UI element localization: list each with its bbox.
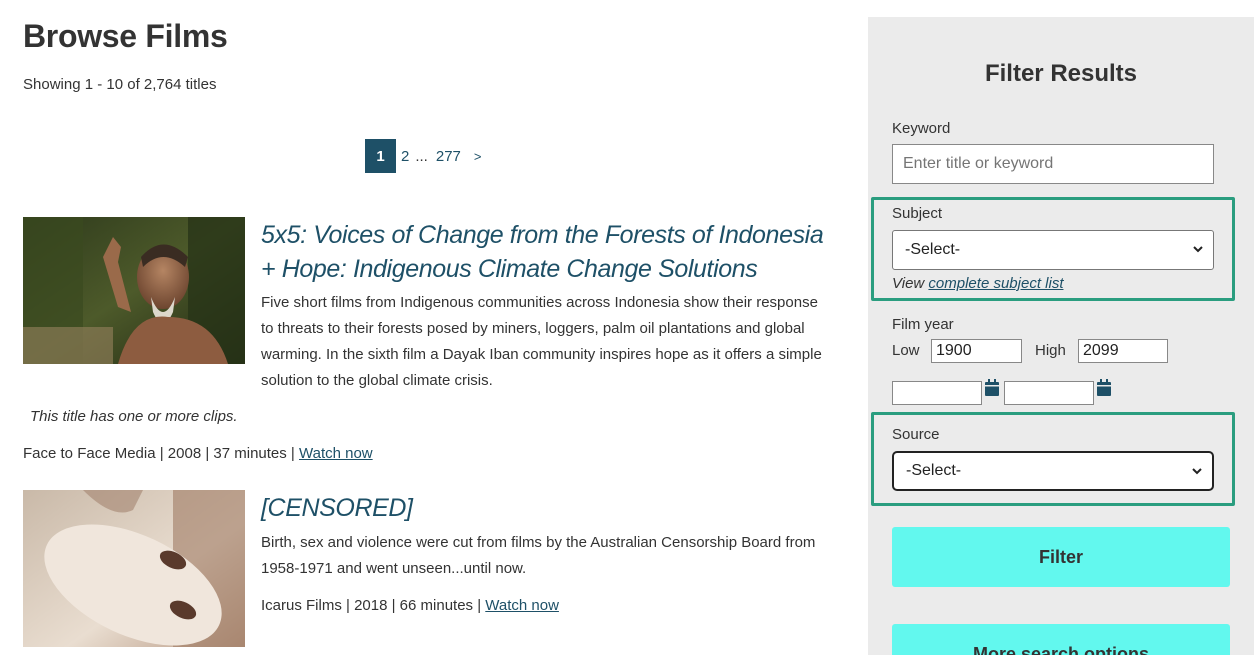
pager-current-page[interactable]: 1: [365, 139, 396, 173]
source-select-value: -Select-: [906, 462, 962, 479]
calendar-icon[interactable]: [984, 379, 1000, 397]
chevron-down-icon: [1192, 468, 1202, 475]
subject-select-value: -Select-: [905, 241, 961, 258]
film-title[interactable]: [CENSORED]: [261, 491, 841, 525]
watch-now-link[interactable]: Watch now: [485, 597, 559, 614]
clips-note: This title has one or more clips.: [30, 408, 238, 425]
complete-subject-list-link[interactable]: complete subject list: [928, 275, 1063, 292]
results-count: Showing 1 - 10 of 2,764 titles: [23, 76, 217, 93]
pager-next[interactable]: >: [474, 149, 482, 164]
low-label: Low: [892, 342, 920, 359]
pager-page-2[interactable]: 2: [401, 148, 409, 165]
watch-now-link[interactable]: Watch now: [299, 445, 373, 462]
source-select[interactable]: -Select-: [892, 451, 1214, 491]
film-meta-text: Face to Face Media | 2008 | 37 minutes |: [23, 445, 299, 462]
high-label: High: [1035, 342, 1066, 359]
film-description: Birth, sex and violence were cut from fi…: [261, 534, 816, 577]
film-meta: Icarus Films | 2018 | 66 minutes | Watch…: [261, 597, 559, 614]
keyword-input[interactable]: [892, 144, 1214, 184]
calendar-icon[interactable]: [1096, 379, 1112, 397]
pager-last-page[interactable]: 277: [436, 148, 461, 165]
film-year-label: Film year: [892, 316, 954, 333]
view-subject-list: View complete subject list: [892, 275, 1063, 292]
more-search-options-button[interactable]: More search options: [892, 624, 1230, 655]
film-thumbnail[interactable]: [23, 217, 245, 364]
high-year-input[interactable]: 2099: [1078, 339, 1168, 363]
end-date-input[interactable]: [1004, 381, 1094, 405]
filter-sidebar: Filter Results Keyword Subject -Select- …: [868, 17, 1254, 655]
page-title: Browse Films: [23, 18, 228, 54]
main-content: Browse Films Showing 1 - 10 of 2,764 tit…: [0, 0, 860, 655]
start-date-input[interactable]: [892, 381, 982, 405]
film-meta-text: Icarus Films | 2018 | 66 minutes |: [261, 597, 486, 614]
film-thumbnail[interactable]: [23, 490, 245, 647]
pager-ellipsis: ...: [415, 147, 428, 165]
pagination: 1 2 ... 277 >: [365, 139, 481, 173]
source-label: Source: [892, 426, 940, 443]
keyword-label: Keyword: [892, 120, 951, 137]
subject-select[interactable]: -Select-: [892, 230, 1214, 270]
film-item: 5x5: Voices of Change from the Forests o…: [23, 217, 843, 467]
subject-label: Subject: [892, 205, 943, 222]
chevron-down-icon: [1193, 246, 1203, 253]
filter-title: Filter Results: [984, 60, 1138, 87]
film-description: Five short films from Indigenous communi…: [261, 294, 822, 389]
low-year-input[interactable]: 1900: [931, 339, 1022, 363]
film-item: [CENSORED] Birth, sex and violence were …: [23, 490, 843, 655]
film-meta: Face to Face Media | 2008 | 37 minutes |…: [23, 445, 373, 462]
view-prefix: View: [892, 275, 929, 292]
filter-button[interactable]: Filter: [892, 527, 1230, 587]
film-title[interactable]: 5x5: Voices of Change from the Forests o…: [261, 218, 841, 286]
